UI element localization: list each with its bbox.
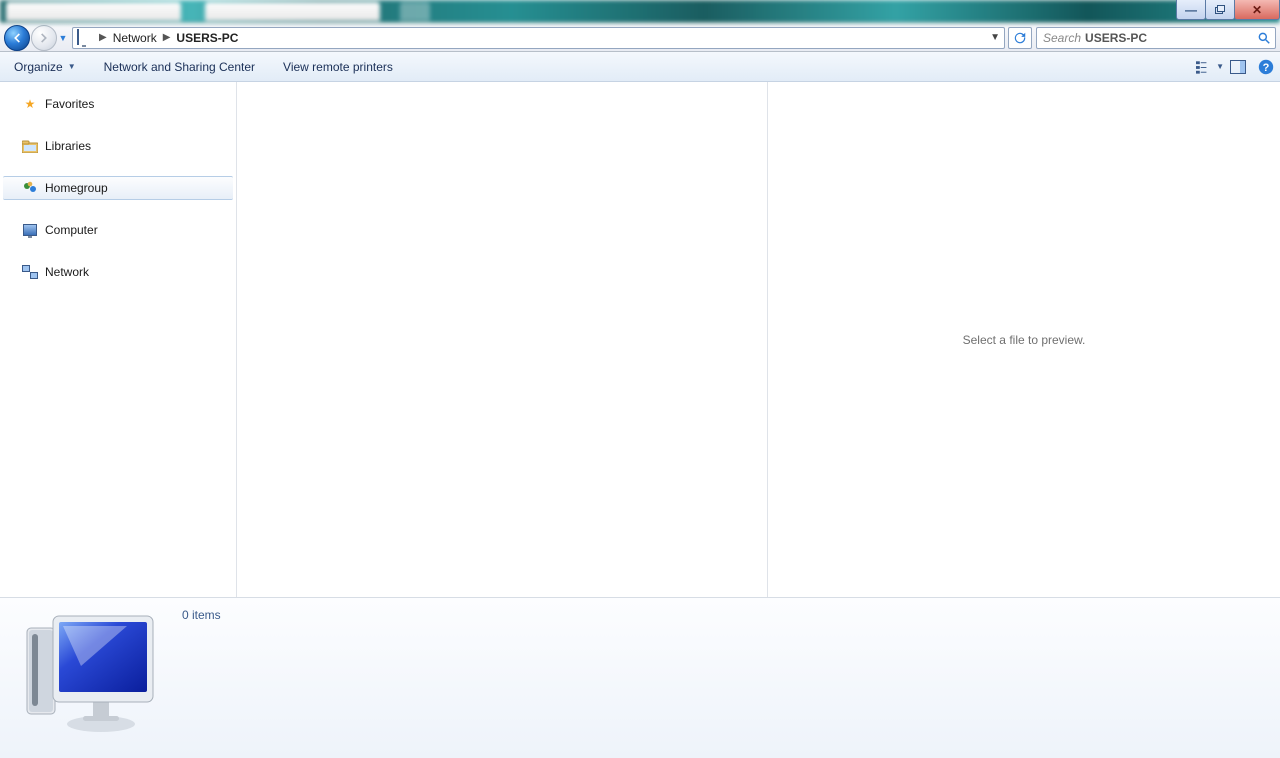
search-scope: USERS-PC [1085, 31, 1147, 45]
address-bar: ▼ ▶ Network ▶ USERS-PC ▼ Search USERS-PC [0, 23, 1280, 52]
sidebar-item-label: Favorites [45, 97, 94, 111]
view-remote-printers-button[interactable]: View remote printers [269, 52, 407, 81]
preview-empty-message: Select a file to preview. [963, 333, 1086, 347]
breadcrumb[interactable]: ▶ Network ▶ USERS-PC ▼ [72, 27, 1005, 49]
nsc-label: Network and Sharing Center [104, 60, 255, 74]
search-input[interactable]: Search USERS-PC [1036, 27, 1276, 49]
search-icon [1257, 31, 1271, 48]
chevron-right-icon[interactable]: ▶ [163, 32, 171, 43]
command-bar: Organize ▼ Network and Sharing Center Vi… [0, 52, 1280, 82]
minimize-button[interactable]: — [1176, 0, 1206, 20]
content-pane[interactable] [237, 82, 768, 597]
svg-text:?: ? [1263, 62, 1270, 74]
chevron-down-icon: ▼ [68, 62, 76, 71]
computer-icon [22, 222, 38, 238]
network-sharing-center-button[interactable]: Network and Sharing Center [90, 52, 269, 81]
breadcrumb-dropdown[interactable]: ▼ [990, 32, 1000, 43]
nav-back-button[interactable] [4, 25, 30, 51]
libraries-icon [22, 138, 38, 154]
organize-label: Organize [14, 60, 63, 74]
preview-pane-toggle[interactable] [1224, 55, 1252, 79]
sidebar-item-label: Computer [45, 223, 98, 237]
organize-menu[interactable]: Organize ▼ [0, 52, 90, 81]
nav-forward-button[interactable] [31, 25, 57, 51]
nav-history-dropdown[interactable]: ▼ [56, 31, 70, 45]
chevron-down-icon: ▼ [1216, 62, 1224, 71]
details-item-count: 0 items [182, 608, 221, 622]
details-pane: 0 items [0, 598, 1280, 758]
sidebar-item-favorites[interactable]: ★ Favorites [0, 92, 236, 116]
view-options-button[interactable]: ▼ [1196, 55, 1224, 79]
breadcrumb-current[interactable]: USERS-PC [174, 29, 240, 47]
sidebar-item-homegroup[interactable]: Homegroup [3, 176, 233, 200]
sidebar-item-label: Libraries [45, 139, 91, 153]
chevron-right-icon[interactable]: ▶ [99, 32, 107, 43]
help-button[interactable]: ? [1252, 55, 1280, 79]
breadcrumb-network[interactable]: Network [111, 29, 159, 47]
details-thumbnail [14, 604, 164, 734]
sidebar-item-label: Homegroup [45, 181, 108, 195]
preview-pane: Select a file to preview. [768, 82, 1280, 597]
browser-tabstrip [0, 0, 1280, 23]
sidebar-item-label: Network [45, 265, 89, 279]
star-icon: ★ [22, 96, 38, 112]
homegroup-icon [22, 180, 38, 196]
search-prefix: Search [1043, 31, 1081, 45]
network-icon [22, 264, 38, 280]
sidebar-item-libraries[interactable]: Libraries [0, 134, 236, 158]
close-button[interactable]: ✕ [1234, 0, 1280, 20]
refresh-button[interactable] [1008, 27, 1032, 49]
computer-large-icon [19, 604, 159, 734]
vrp-label: View remote printers [283, 60, 393, 74]
sidebar-item-network[interactable]: Network [0, 260, 236, 284]
maximize-button[interactable] [1205, 0, 1235, 20]
computer-icon [77, 30, 93, 46]
navigation-sidebar: ★ Favorites Libraries Homegroup Computer… [0, 82, 237, 597]
sidebar-item-computer[interactable]: Computer [0, 218, 236, 242]
